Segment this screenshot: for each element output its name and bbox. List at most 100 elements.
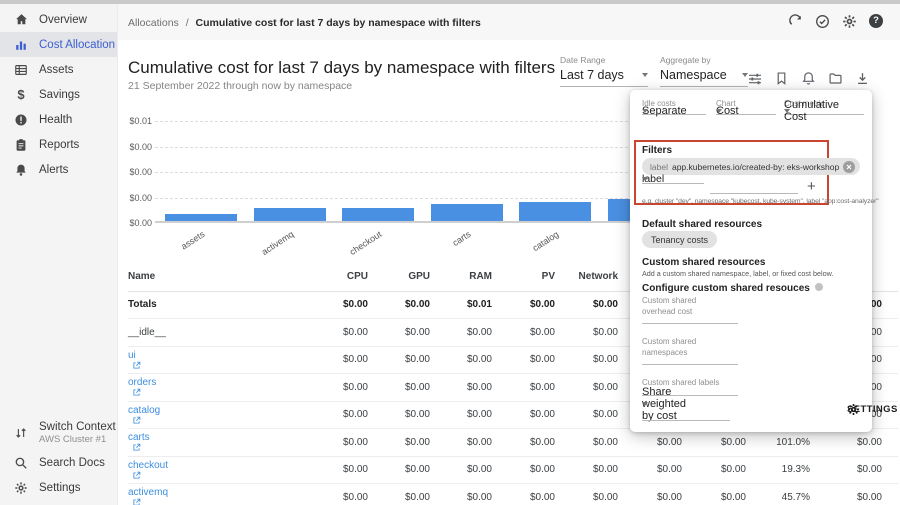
page-subtitle: 21 September 2022 through now by namespa…: [128, 80, 352, 92]
chart-bar[interactable]: [165, 214, 237, 221]
cost-metric-select[interactable]: Cost metric Cumulative Cost: [784, 99, 864, 115]
gridline: [155, 172, 638, 173]
folder-icon[interactable]: [827, 70, 844, 87]
sidebar-item-label: Search Docs: [39, 457, 105, 469]
table-row: activemq$0.00$0.00$0.00$0.00$0.00$0.00$0…: [128, 484, 898, 505]
dollar-icon: $: [13, 87, 29, 103]
aggregate-by-select[interactable]: Aggregate by Namespace: [660, 55, 748, 87]
chevron-down-icon: [642, 73, 648, 77]
gear-icon: [13, 480, 29, 496]
sidebar-item-cost-allocation[interactable]: Cost Allocation: [0, 32, 117, 57]
remove-filter-icon[interactable]: [843, 161, 855, 173]
y-axis-tick: $0.01: [116, 116, 152, 126]
cost-cell: $0.00: [555, 319, 618, 347]
breadcrumb-allocations[interactable]: Allocations: [128, 17, 179, 29]
search-icon: [13, 455, 29, 471]
chevron-down-icon: [642, 109, 648, 113]
cost-cell: $0.00: [306, 346, 368, 374]
breadcrumb-current-page: Cumulative cost for last 7 days by names…: [196, 17, 481, 29]
kubecost-app: Overview Cost Allocation Assets $ Saving…: [0, 0, 900, 505]
chart-bar[interactable]: [431, 204, 503, 221]
gridline: [155, 198, 638, 199]
cluster-context: AWS Cluster #1: [39, 434, 116, 445]
share-weighted-underline: [642, 420, 730, 421]
info-icon[interactable]: [815, 283, 823, 291]
external-link-icon[interactable]: [132, 471, 141, 480]
column-header-name[interactable]: Name: [128, 262, 306, 291]
cost-cell: 101.0%: [746, 429, 810, 457]
tune-icon[interactable]: [746, 70, 763, 87]
gear-icon[interactable]: [841, 13, 857, 29]
cost-cell: $0.00: [430, 456, 492, 484]
chart-bar[interactable]: [342, 208, 414, 221]
cost-cell: $0.00: [430, 374, 492, 402]
table-row: checkout$0.00$0.00$0.00$0.00$0.00$0.00$0…: [128, 456, 898, 484]
custom-namespaces-input[interactable]: [642, 364, 738, 365]
bookmark-icon[interactable]: [773, 70, 790, 87]
configure-custom-shared-title: Configure custom shared resouces: [642, 283, 823, 294]
bar-chart-icon: [13, 37, 29, 53]
cost-cell: 19.3%: [746, 456, 810, 484]
chart-bar[interactable]: [254, 208, 326, 221]
tenancy-costs-chip[interactable]: Tenancy costs: [642, 231, 717, 248]
cost-cell: $0.00: [555, 291, 618, 319]
sidebar-item-alerts[interactable]: Alerts: [0, 157, 117, 182]
namespace-link[interactable]: activemq: [128, 487, 168, 498]
check-circle-icon[interactable]: [814, 13, 830, 29]
add-filter-icon[interactable]: [807, 178, 816, 195]
filter-value-input[interactable]: [710, 193, 798, 194]
chart-bar[interactable]: [519, 202, 591, 221]
external-link-icon[interactable]: [132, 416, 141, 425]
column-header-cpu[interactable]: CPU: [306, 262, 368, 291]
external-link-icon[interactable]: [132, 498, 141, 505]
cost-cell: $0.00: [430, 429, 492, 457]
sidebar-item-label: Switch Context: [39, 421, 116, 433]
sidebar-item-settings[interactable]: Settings: [0, 475, 117, 500]
cost-cell: $0.00: [368, 346, 430, 374]
namespace-link[interactable]: carts: [128, 432, 150, 443]
namespace-link[interactable]: checkout: [128, 460, 168, 471]
sidebar-item-overview[interactable]: Overview: [0, 7, 117, 32]
help-icon[interactable]: ?: [868, 13, 884, 29]
column-header-pv[interactable]: PV: [492, 262, 555, 291]
bell-icon[interactable]: [800, 70, 817, 87]
external-link-icon[interactable]: [132, 388, 141, 397]
sidebar-item-switch-context[interactable]: Switch Context AWS Cluster #1: [0, 416, 117, 450]
sidebar-item-search-docs[interactable]: Search Docs: [0, 450, 117, 475]
cost-cell: $0.00: [368, 401, 430, 429]
date-range-select[interactable]: Date Range Last 7 days: [560, 55, 648, 87]
cost-cell: $0.00: [368, 429, 430, 457]
chart-select[interactable]: Chart Cost: [716, 99, 776, 115]
cost-cell: $0.00: [618, 429, 682, 457]
column-header-ram[interactable]: RAM: [430, 262, 492, 291]
x-axis-line: [155, 221, 638, 223]
cost-cell: $0.00: [555, 456, 618, 484]
cost-cell: $0.00: [492, 401, 555, 429]
external-link-icon[interactable]: [132, 361, 141, 370]
cost-cell: $0.00: [430, 346, 492, 374]
refresh-icon[interactable]: [787, 13, 803, 29]
sidebar-item-reports[interactable]: Reports: [0, 132, 117, 157]
cost-cell: $0.01: [430, 291, 492, 319]
gridline: [155, 121, 638, 122]
namespace-link[interactable]: ui: [128, 350, 136, 361]
cost-cell: $0.00: [306, 456, 368, 484]
download-icon[interactable]: [854, 70, 871, 87]
sidebar-item-assets[interactable]: Assets: [0, 57, 117, 82]
custom-namespaces-label: Custom shared namespaces: [642, 337, 720, 359]
namespace-link[interactable]: orders: [128, 377, 156, 388]
column-header-network[interactable]: Network: [555, 262, 618, 291]
sidebar-item-health[interactable]: Health: [0, 107, 117, 132]
external-link-icon[interactable]: [132, 443, 141, 452]
grid-icon: [13, 62, 29, 78]
namespace-link[interactable]: catalog: [128, 405, 160, 416]
settings-button[interactable]: SETTINGS: [847, 403, 860, 416]
custom-overhead-cost-input[interactable]: [642, 323, 738, 324]
sidebar-item-savings[interactable]: $ Savings: [0, 82, 117, 107]
custom-shared-title: Custom shared resources: [642, 257, 765, 268]
cost-cell: $0.00: [306, 484, 368, 505]
chevron-down-icon: [642, 177, 648, 181]
column-header-gpu[interactable]: GPU: [368, 262, 430, 291]
idle-costs-select[interactable]: Idle costs Separate: [642, 99, 706, 115]
filter-type-select[interactable]: label: [642, 179, 704, 184]
